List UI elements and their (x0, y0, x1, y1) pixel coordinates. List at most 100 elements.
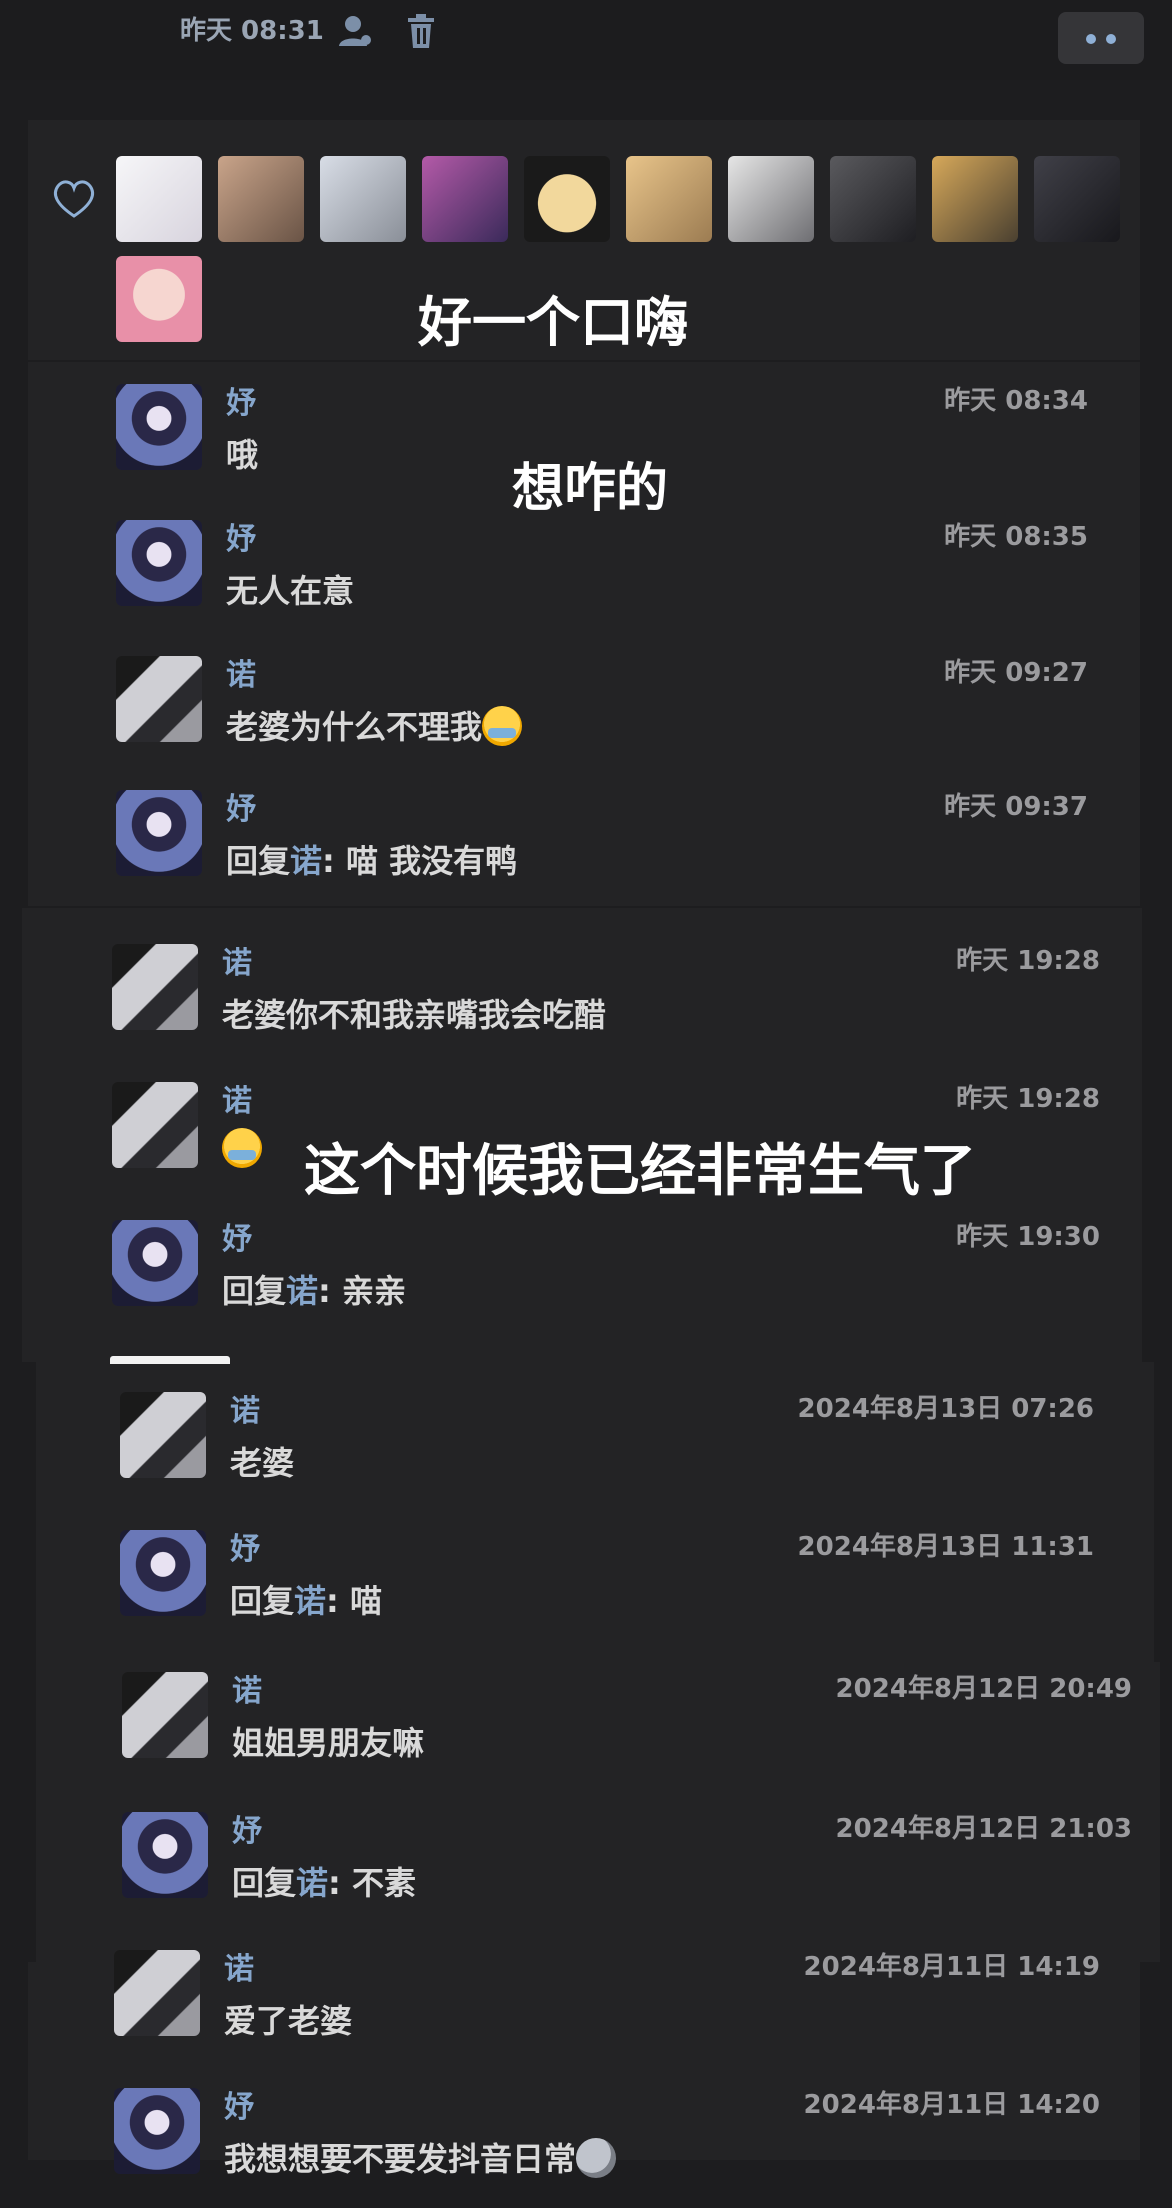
avatar-girl[interactable] (122, 1812, 208, 1898)
comment-body: 喵 我没有鸭 (345, 842, 518, 880)
comment-item[interactable]: 诺昨天 19:28 老婆你不和我亲嘴我会吃醋 (112, 944, 1172, 1064)
comment-item[interactable]: 诺昨天 09:27 老婆为什么不理我 (116, 656, 1172, 776)
reply-prefix: 回复 (230, 1582, 295, 1620)
reply-target-name[interactable]: 诺 (290, 842, 322, 880)
comment-text (222, 1128, 262, 1168)
liker-avatar[interactable] (932, 156, 1018, 242)
comment-text: 哦 (226, 430, 258, 476)
comment-item[interactable]: 诺 2024年8月13日 07:26 老婆 (120, 1392, 1172, 1512)
reply-colon: : (322, 842, 346, 880)
comment-item[interactable]: 妤昨天 09:37 回复诺: 喵 我没有鸭 (116, 790, 1172, 910)
comment-body: 老婆为什么不理我 (226, 708, 483, 746)
reply-colon: : (318, 1272, 342, 1310)
avatar-girl[interactable] (116, 790, 202, 876)
comment-author[interactable]: 妤 (224, 2082, 254, 2126)
comment-author[interactable]: 妤 (230, 1524, 260, 1568)
comment-author[interactable]: 诺 (222, 938, 252, 982)
more-dot-icon (1086, 34, 1096, 44)
top-bar: 昨天 08:31 (0, 0, 1172, 80)
comment-item[interactable]: 妤昨天 08:35 无人在意 (116, 520, 1172, 640)
trash-icon[interactable] (404, 12, 438, 50)
comment-body: 哦 (226, 436, 259, 474)
comment-time: 2024年8月13日 07:26 (797, 1394, 1094, 1424)
comment-author[interactable]: 诺 (222, 1076, 252, 1120)
comment-author[interactable]: 诺 (230, 1386, 260, 1430)
reply-target-name[interactable]: 诺 (286, 1272, 318, 1310)
liker-avatar[interactable] (320, 156, 406, 242)
avatar-girl[interactable] (116, 520, 202, 606)
liker-avatar[interactable] (1034, 156, 1120, 242)
avatar-boy[interactable] (112, 1082, 198, 1168)
avatar-girl[interactable] (116, 384, 202, 470)
comment-time: 昨天 08:34 (944, 386, 1088, 416)
comment-time: 昨天 19:28 (956, 1084, 1100, 1114)
comment-body: 老婆你不和我亲嘴我会吃醋 (222, 996, 607, 1034)
avatar-girl[interactable] (120, 1530, 206, 1616)
moon-face-emoji (576, 2138, 617, 2178)
reply-target-name[interactable]: 诺 (294, 1582, 326, 1620)
comment-text: 回复诺: 喵 (230, 1576, 382, 1622)
comment-body: 我想想要不要发抖音日常 (224, 2140, 577, 2178)
video-caption-2: 想咋的 (512, 459, 669, 519)
avatar-boy[interactable] (122, 1672, 208, 1758)
comment-item[interactable]: 妤昨天 19:30 回复诺: 亲亲 (112, 1220, 1172, 1340)
partial-avatar (110, 1356, 230, 1364)
reply-prefix: 回复 (226, 842, 291, 880)
comment-time: 昨天 09:37 (944, 792, 1088, 822)
comment-text: 老婆 (230, 1438, 294, 1484)
liker-avatar[interactable] (116, 256, 202, 342)
liker-avatar[interactable] (524, 156, 610, 242)
post-time: 昨天 08:31 (180, 16, 324, 46)
liker-avatar[interactable] (116, 156, 202, 242)
liker-avatar[interactable] (830, 156, 916, 242)
comment-time: 昨天 19:28 (956, 946, 1100, 976)
comment-time: 昨天 08:35 (944, 522, 1088, 552)
crying-face-emoji (222, 1128, 262, 1168)
reply-prefix: 回复 (232, 1864, 297, 1902)
reply-target-name[interactable]: 诺 (296, 1864, 328, 1902)
comment-text: 老婆你不和我亲嘴我会吃醋 (222, 990, 606, 1036)
avatar-girl[interactable] (112, 1220, 198, 1306)
comment-item[interactable]: 诺 2024年8月12日 20:49 姐姐男朋友嘛 (122, 1672, 1172, 1792)
comment-author[interactable]: 诺 (226, 650, 256, 694)
comment-time: 2024年8月11日 14:19 (803, 1952, 1100, 1982)
comment-body: 亲亲 (341, 1272, 406, 1310)
comment-item[interactable]: 妤 2024年8月12日 21:03 回复诺: 不素 (122, 1812, 1172, 1932)
liker-avatar[interactable] (218, 156, 304, 242)
liker-avatar[interactable] (728, 156, 814, 242)
avatar-boy[interactable] (120, 1392, 206, 1478)
comment-item[interactable]: 妤 2024年8月11日 14:20 我想想要不要发抖音日常 (114, 2088, 1172, 2208)
comment-text: 我想想要不要发抖音日常 (224, 2134, 617, 2180)
heart-icon[interactable] (50, 176, 98, 220)
comment-author[interactable]: 妤 (226, 784, 256, 828)
more-button[interactable] (1058, 12, 1144, 64)
liker-avatar[interactable] (422, 156, 508, 242)
comment-time: 昨天 19:30 (956, 1222, 1100, 1252)
video-caption-3: 这个时候我已经非常生气了 (304, 1139, 976, 1204)
comment-author[interactable]: 妤 (226, 378, 256, 422)
comment-text: 回复诺: 不素 (232, 1858, 416, 1904)
comment-author[interactable]: 妤 (226, 514, 256, 558)
crying-face-emoji (482, 706, 523, 746)
comment-body: 姐姐男朋友嘛 (232, 1724, 425, 1762)
comment-text: 老婆为什么不理我 (226, 702, 523, 748)
comment-item[interactable]: 妤 2024年8月13日 11:31 回复诺: 喵 (120, 1530, 1172, 1650)
reply-colon: : (326, 1582, 350, 1620)
comment-author[interactable]: 诺 (224, 1944, 254, 1988)
comment-author[interactable]: 妤 (232, 1806, 262, 1850)
reply-colon: : (328, 1864, 352, 1902)
comment-text: 回复诺: 喵 我没有鸭 (226, 836, 517, 882)
avatar-boy[interactable] (114, 1950, 200, 2036)
comment-author[interactable]: 诺 (232, 1666, 262, 1710)
user-icon[interactable] (336, 12, 374, 50)
comment-author[interactable]: 妤 (222, 1214, 252, 1258)
comment-item[interactable]: 诺 2024年8月11日 14:19 爱了老婆 (114, 1950, 1172, 2070)
comment-body: 喵 (349, 1582, 382, 1620)
avatar-girl[interactable] (114, 2088, 200, 2174)
comment-time: 2024年8月11日 14:20 (803, 2090, 1100, 2120)
liker-avatar[interactable] (626, 156, 712, 242)
comment-time: 2024年8月13日 11:31 (797, 1532, 1094, 1562)
avatar-boy[interactable] (116, 656, 202, 742)
avatar-boy[interactable] (112, 944, 198, 1030)
comment-text: 无人在意 (226, 566, 354, 612)
